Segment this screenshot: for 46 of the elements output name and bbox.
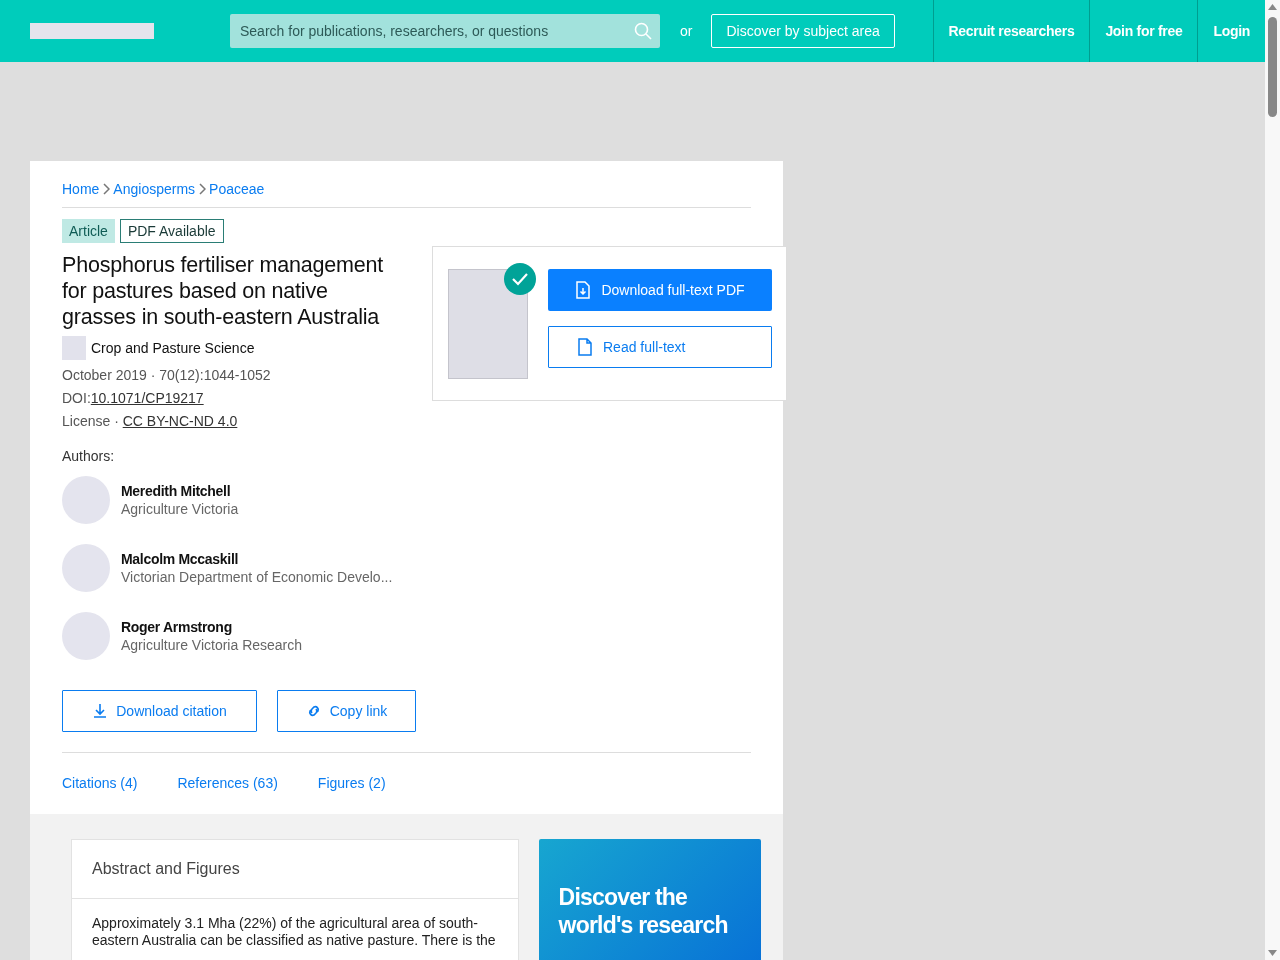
chevron-right-icon: [102, 183, 111, 195]
pdf-thumbnail-placeholder[interactable]: [448, 269, 528, 379]
scroll-down-icon[interactable]: [1268, 950, 1277, 956]
scrollbar-thumb[interactable]: [1268, 17, 1277, 117]
author-affiliation: Agriculture Victoria: [121, 501, 239, 517]
author-affiliation: Victorian Department of Economic Develo...: [121, 569, 393, 585]
chevron-right-icon: [198, 183, 207, 195]
section-tab[interactable]: Figures (2): [317, 774, 386, 793]
read-fulltext-button[interactable]: Read full-text: [548, 326, 772, 368]
author-affiliation: Agriculture Victoria Research: [121, 637, 303, 653]
abstract-heading: Abstract and Figures: [72, 840, 518, 899]
breadcrumb-link[interactable]: Angiosperms: [113, 181, 196, 197]
journal-name[interactable]: Crop and Pasture Science: [91, 340, 255, 356]
type-label: PDF Available: [119, 219, 224, 243]
avatar-placeholder[interactable]: [62, 544, 110, 592]
promo-heading: Discover the world's research: [558, 883, 729, 939]
download-icon: [92, 703, 109, 719]
type-label: Article: [62, 219, 115, 243]
journal-logo-placeholder: [62, 336, 86, 360]
search-field[interactable]: Search for publications, researchers, or questions: [230, 14, 660, 48]
file-download-icon: [575, 281, 592, 299]
copy-link-button[interactable]: Copy link: [277, 690, 416, 732]
section-tab[interactable]: References (63): [177, 774, 278, 793]
scroll-up-icon[interactable]: [1268, 4, 1277, 10]
license-text: License · CC BY-NC-ND 4.0: [62, 413, 239, 429]
abstract-text: Approximately 3.1 Mha (22%) of the agricultural area of south-eastern Australia can be classified as native pasture. There is the: [91, 914, 497, 949]
license-link[interactable]: CC BY-NC-ND 4.0: [122, 413, 238, 429]
avatar-placeholder[interactable]: [62, 476, 110, 524]
file-icon: [577, 338, 593, 356]
author-name[interactable]: Roger Armstrong: [121, 619, 303, 635]
logo-placeholder[interactable]: [30, 23, 154, 39]
download-citation-button[interactable]: Download citation: [62, 690, 257, 732]
avatar-placeholder[interactable]: [62, 612, 110, 660]
article-title: Phosphorus fertiliser management for pastures based on native grasses in south-eastern Australia: [62, 252, 385, 330]
publication-date: October 2019 · 70(12):1044-1052: [62, 367, 272, 383]
breadcrumb-link[interactable]: Poaceae: [209, 181, 265, 197]
scrollbar[interactable]: [1265, 0, 1280, 960]
breadcrumb-link[interactable]: Home: [62, 181, 100, 197]
or-text: or: [680, 23, 693, 39]
download-pdf-button[interactable]: Download full-text PDF: [548, 269, 772, 311]
doi-link[interactable]: 10.1071/CP19217: [90, 390, 204, 406]
authors-label: Authors:: [62, 448, 116, 464]
author-name[interactable]: Malcolm Mccaskill: [121, 551, 393, 567]
author-name[interactable]: Meredith Mitchell: [121, 483, 239, 499]
search-icon[interactable]: [634, 22, 652, 40]
section-tab[interactable]: Citations (4): [62, 774, 138, 793]
